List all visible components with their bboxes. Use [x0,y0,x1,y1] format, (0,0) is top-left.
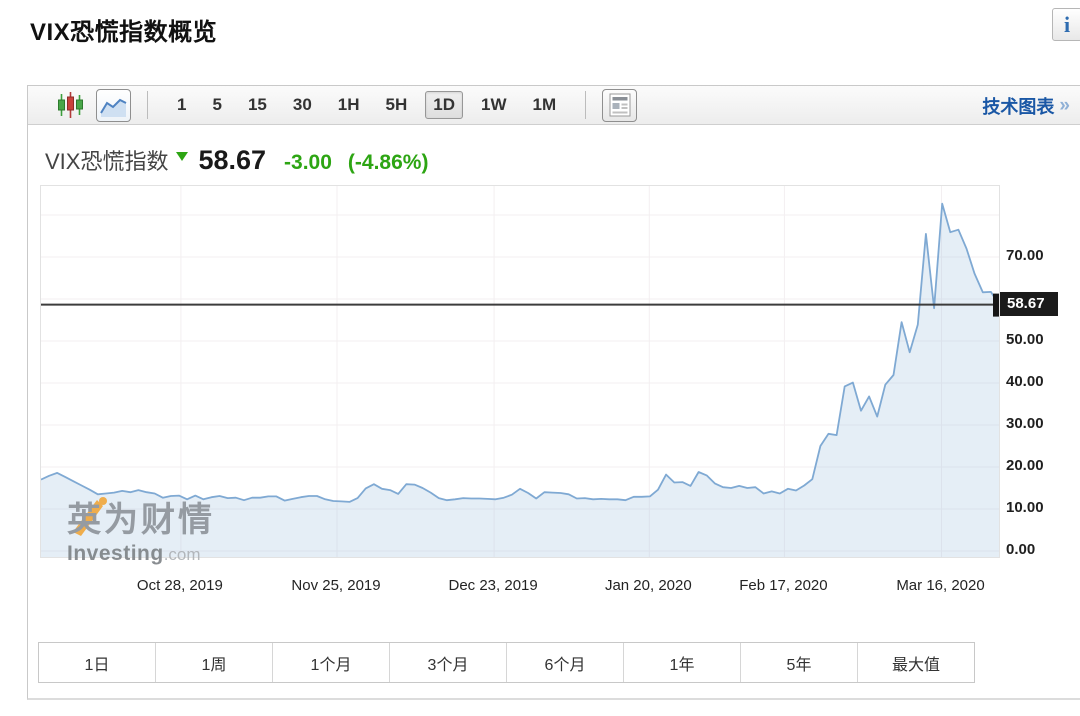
range-button-2[interactable]: 1个月 [272,643,389,682]
candlestick-chart-button[interactable] [58,91,84,119]
info-icon: i [1064,14,1070,36]
current-price-tick [993,294,999,317]
area-chart-icon [100,93,127,118]
y-tick-label: 50.00 [1006,331,1076,348]
page-title: VIX恐慌指数概览 [30,12,217,47]
news-view-button[interactable] [602,89,637,122]
range-button-7[interactable]: 最大值 [857,643,974,682]
info-button[interactable]: i [1052,8,1080,41]
x-axis-labels: Oct 28, 2019 Nov 25, 2019 Dec 23, 2019 Jan … [40,577,1000,597]
x-tick-label: Nov 25, 2019 [266,577,406,594]
x-tick-label: Feb 17, 2020 [713,577,853,594]
interval-button-1h[interactable]: 1H [330,91,368,119]
toolbar-separator [585,91,586,119]
range-button-0[interactable]: 1日 [39,643,155,682]
chart-toolbar: 15 15 30 1H 5H 1D 1W 1M 技术图表 » [28,86,1080,125]
last-price: 58.67 [198,145,266,176]
price-change: -3.00 [284,151,332,175]
area-chart-button[interactable] [96,89,131,122]
y-tick-label: 0.00 [1006,541,1076,558]
interval-button-30[interactable]: 30 [285,91,320,119]
x-tick-label: Oct 28, 2019 [110,577,250,594]
instrument-name: VIX恐慌指数 [45,144,168,176]
range-button-1[interactable]: 1周 [155,643,272,682]
vix-overview-page: VIX恐慌指数概览 i [0,0,1080,716]
interval-button-5[interactable]: 5 [204,91,229,119]
candlestick-icon [58,91,84,119]
range-button-5[interactable]: 1年 [623,643,740,682]
current-price-badge: 58.67 [1000,292,1058,316]
toolbar-separator [147,91,148,119]
range-button-6[interactable]: 5年 [740,643,857,682]
y-tick-label: 10.00 [1006,499,1076,516]
double-chevron-icon: » [1059,95,1070,117]
interval-button-5h[interactable]: 5H [378,91,416,119]
quote-header: VIX恐慌指数 58.67 -3.00 (-4.86%) [45,144,428,176]
area-chart [41,186,999,557]
chart-plot-area[interactable]: 英为财情 Investing.com [40,185,1000,558]
interval-button-1d[interactable]: 1D [425,91,463,119]
x-tick-label: Jan 20, 2020 [578,577,718,594]
y-tick-label: 20.00 [1006,457,1076,474]
interval-buttons: 15 15 30 1H 5H 1D 1W 1M [164,91,569,119]
interval-button-15[interactable]: 15 [240,91,275,119]
y-tick-label: 40.00 [1006,373,1076,390]
y-tick-label: 70.00 [1006,247,1076,264]
x-tick-label: Dec 23, 2019 [423,577,563,594]
range-button-3[interactable]: 3个月 [389,643,506,682]
price-change-percent: (-4.86%) [348,151,429,175]
news-layout-icon [609,93,631,117]
range-selector: 1日1周1个月3个月6个月1年5年最大值 [38,642,975,683]
x-tick-label: Mar 16, 2020 [871,577,1011,594]
down-arrow-icon [176,152,188,161]
interval-button-1w[interactable]: 1W [473,91,515,119]
y-tick-label: 30.00 [1006,415,1076,432]
interval-button-1[interactable]: 1 [169,91,194,119]
interval-button-1m[interactable]: 1M [524,91,564,119]
range-button-4[interactable]: 6个月 [506,643,623,682]
technical-chart-link[interactable]: 技术图表 » [982,86,1070,125]
